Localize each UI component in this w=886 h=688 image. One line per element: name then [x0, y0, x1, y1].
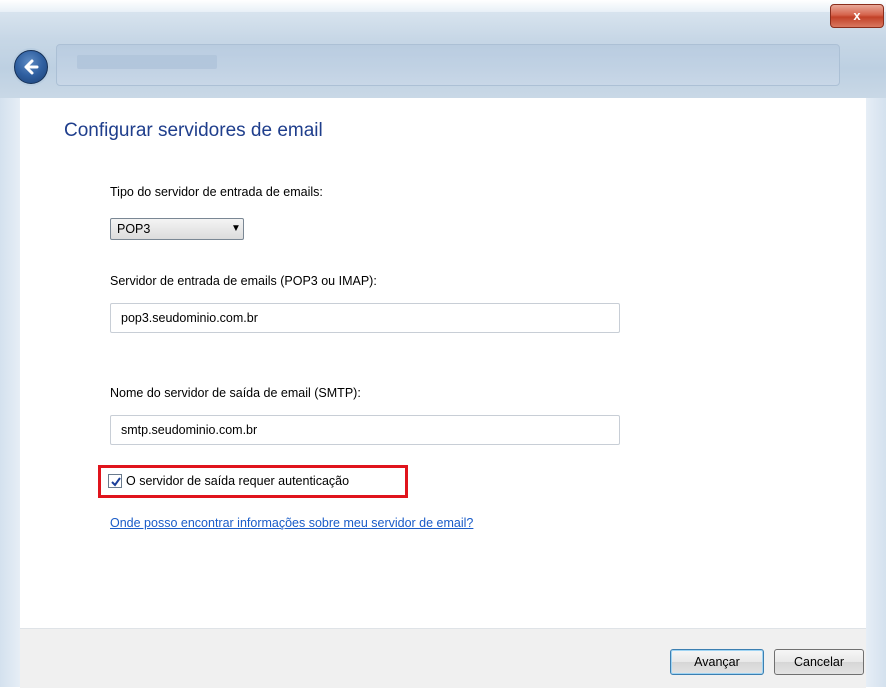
- close-button[interactable]: x: [830, 4, 884, 28]
- wizard-title-bar: [56, 44, 840, 86]
- auth-checkbox-label[interactable]: O servidor de saída requer autenticação: [126, 474, 349, 488]
- next-button[interactable]: Avançar: [670, 649, 764, 675]
- incoming-type-value: POP3: [117, 222, 151, 236]
- back-button[interactable]: [14, 50, 48, 84]
- incoming-type-label: Tipo do servidor de entrada de emails:: [110, 185, 323, 199]
- page-title: Configurar servidores de email: [64, 120, 323, 141]
- window-frame-left: [0, 98, 20, 687]
- email-setup-window: x Configurar servidores de email Tipo do…: [0, 0, 886, 688]
- back-arrow-icon: [24, 59, 39, 75]
- incoming-server-value: pop3.seudominio.com.br: [121, 311, 258, 325]
- close-icon: x: [853, 8, 861, 23]
- email-server-help-link[interactable]: Onde posso encontrar informações sobre m…: [110, 516, 473, 530]
- outgoing-server-input[interactable]: smtp.seudominio.com.br: [110, 415, 620, 445]
- chevron-down-icon: ▼: [231, 223, 241, 234]
- cancel-button[interactable]: Cancelar: [774, 649, 864, 675]
- outgoing-server-value: smtp.seudominio.com.br: [121, 423, 258, 437]
- window-frame-right: [866, 98, 886, 687]
- checkmark-icon: [111, 477, 121, 487]
- incoming-server-input[interactable]: pop3.seudominio.com.br: [110, 303, 620, 333]
- incoming-server-label: Servidor de entrada de emails (POP3 ou I…: [110, 274, 377, 288]
- auth-checkbox[interactable]: [108, 474, 122, 488]
- incoming-type-select[interactable]: POP3 ▼: [110, 218, 244, 240]
- wizard-content: [20, 98, 866, 628]
- title-bar: x: [0, 0, 886, 98]
- outgoing-server-label: Nome do servidor de saída de email (SMTP…: [110, 386, 361, 400]
- blurred-title: [77, 55, 217, 69]
